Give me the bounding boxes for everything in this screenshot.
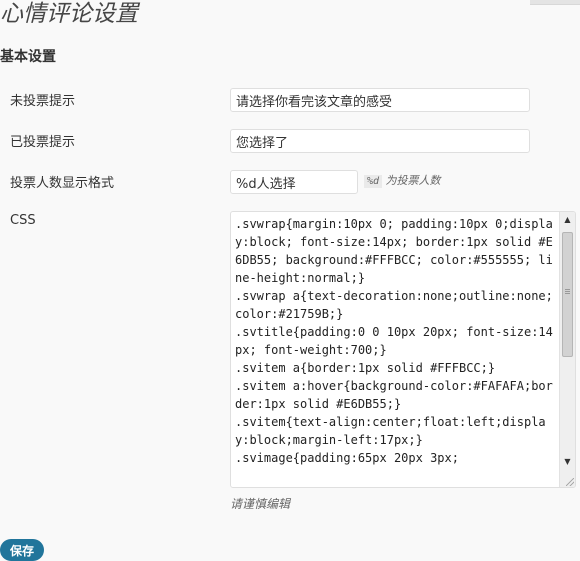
scroll-thumb[interactable] (562, 232, 573, 357)
save-button[interactable]: 保存 (0, 539, 44, 561)
top-corner-tab (530, 0, 580, 5)
section-title: 基本设置 (0, 49, 56, 65)
css-textarea-content[interactable]: .svwrap{margin:10px 0; padding:10px 0;di… (235, 215, 557, 467)
hint-code: %d (364, 175, 383, 188)
scroll-up-arrow-icon[interactable]: ▲ (560, 212, 575, 228)
thumb-grip (565, 289, 570, 290)
resize-grip-icon[interactable] (566, 478, 574, 486)
css-scrollbar[interactable]: ▲ ▼ (559, 212, 575, 487)
hint-text: 为投票人数 (385, 174, 441, 187)
css-label: CSS (10, 213, 36, 228)
not-voted-input[interactable] (230, 88, 530, 112)
css-description: 请谨慎编辑 (230, 497, 291, 511)
vote-count-format-label: 投票人数显示格式 (10, 176, 115, 191)
vote-count-format-hint: %d 为投票人数 (364, 172, 441, 188)
scroll-down-arrow-icon[interactable]: ▼ (560, 454, 575, 470)
css-textarea[interactable]: .svwrap{margin:10px 0; padding:10px 0;di… (230, 211, 576, 488)
voted-label: 已投票提示 (10, 135, 76, 150)
page-title: 心情评论设置 (0, 1, 138, 27)
not-voted-label: 未投票提示 (10, 94, 76, 109)
voted-input[interactable] (230, 129, 530, 153)
vote-count-format-input[interactable] (230, 170, 358, 194)
